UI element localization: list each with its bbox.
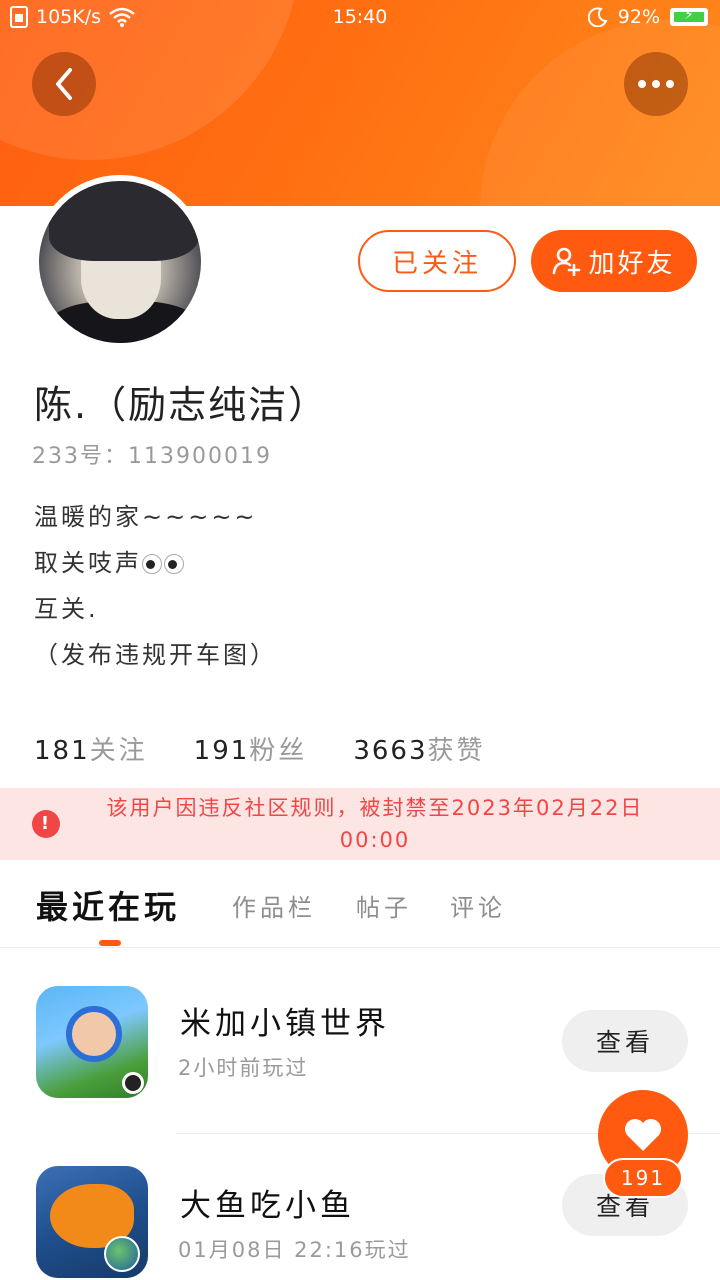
stat-followers[interactable]: 191粉丝: [194, 730, 308, 767]
profile-stats: 181关注 191粉丝 3663获赞: [34, 730, 486, 767]
view-button[interactable]: 查看: [562, 1010, 688, 1072]
bio: 温暖的家~~~~~ 取关吱声 互关. （发布违规开车图）: [34, 494, 277, 678]
bio-line-with-emoji: 取关吱声: [34, 540, 277, 586]
more-button[interactable]: [624, 52, 688, 116]
stat-following[interactable]: 181关注: [34, 730, 148, 767]
tab-comments[interactable]: 评论: [450, 888, 506, 923]
battery-icon: ⚡: [670, 7, 708, 26]
game-title: 大鱼吃小鱼: [180, 1188, 355, 1224]
status-bar: 105K/s 15:40 92% ⚡: [0, 0, 720, 36]
active-tab-indicator: [99, 940, 121, 946]
heart-icon: [625, 1119, 661, 1151]
tab-recently-played[interactable]: 最近在玩: [36, 882, 180, 928]
nickname: 陈.（励志纯洁）: [34, 383, 329, 427]
user-plus-icon: [553, 247, 581, 276]
add-friend-label: 加好友: [588, 248, 676, 279]
add-friend-button[interactable]: 加好友: [531, 230, 697, 292]
alert-icon: !: [32, 810, 60, 838]
game-last-played: 2小时前玩过: [178, 1056, 309, 1080]
chevron-left-icon: [56, 68, 72, 100]
more-dots-icon: [638, 80, 674, 88]
moon-icon: [587, 7, 608, 27]
user-id: 233号：113900019: [32, 444, 272, 469]
avatar[interactable]: [33, 175, 207, 349]
profile-tabs: 最近在玩 作品栏 帖子 评论: [0, 860, 720, 948]
bio-line: （发布违规开车图）: [34, 641, 277, 669]
bio-line: 温暖的家~~~~~: [34, 503, 258, 531]
bio-line: 互关.: [34, 595, 99, 623]
battery-percent: 92%: [617, 6, 660, 28]
game-last-played: 01月08日 22:16玩过: [178, 1238, 411, 1262]
game-icon: [36, 1166, 148, 1278]
eyes-emoji-icon: [142, 554, 162, 574]
ban-notice: ! 该用户因违反社区规则，被封禁至2023年02月22日 00:00: [0, 788, 720, 860]
ban-notice-text: 该用户因违反社区规则，被封禁至2023年02月22日 00:00: [106, 796, 644, 852]
back-button[interactable]: [32, 52, 96, 116]
game-title: 米加小镇世界: [180, 1006, 390, 1042]
game-icon: [36, 986, 148, 1098]
followed-button[interactable]: 已关注: [358, 230, 516, 292]
stat-likes: 3663获赞: [353, 736, 486, 766]
tab-posts[interactable]: 帖子: [356, 888, 412, 923]
tab-works[interactable]: 作品栏: [232, 888, 316, 923]
like-count-badge: 191: [603, 1158, 683, 1198]
